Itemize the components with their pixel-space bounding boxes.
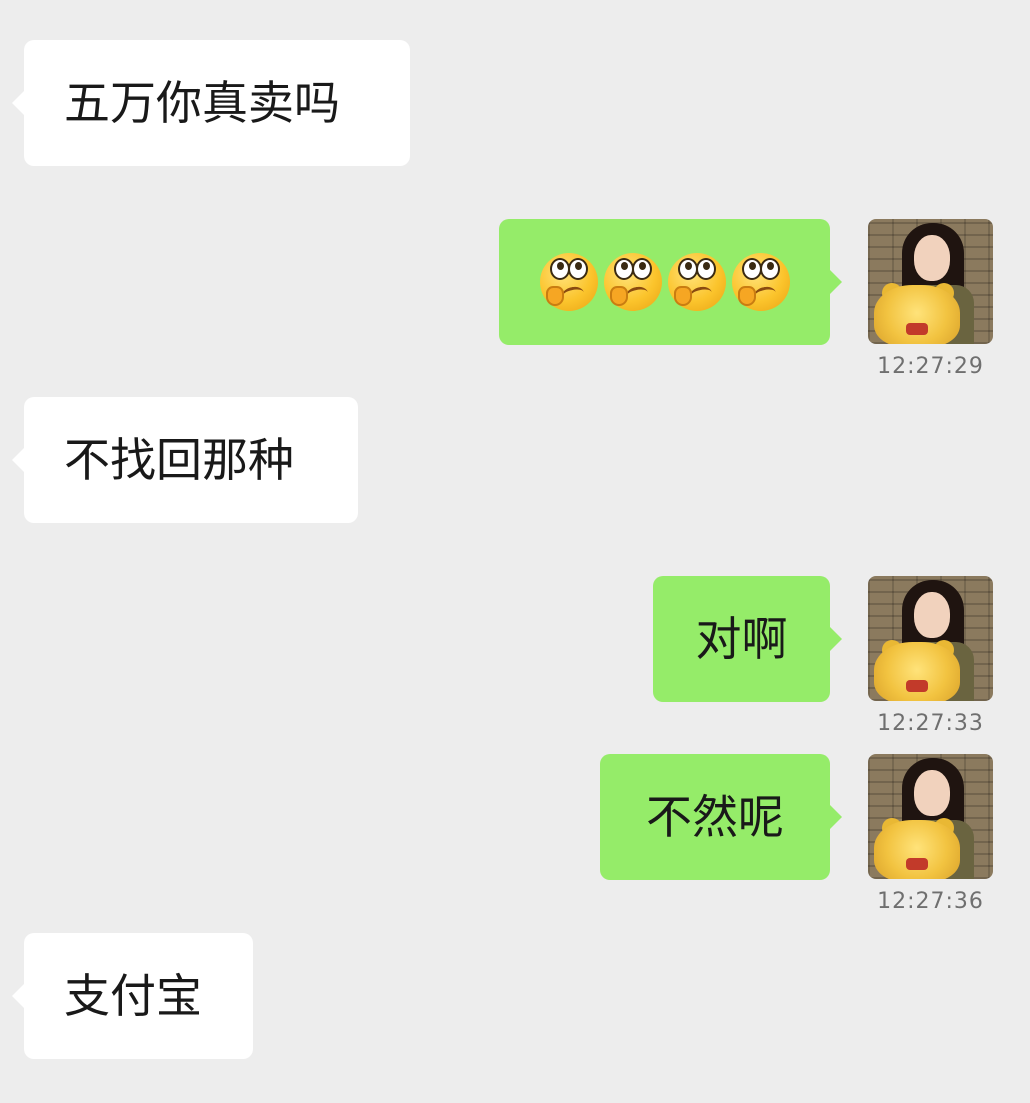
incoming-message-bubble[interactable]: 五万你真卖吗 <box>12 40 410 166</box>
avatar[interactable] <box>868 576 993 701</box>
thinking-eyes-emoji <box>603 253 662 311</box>
incoming-message-bubble[interactable]: 不找回那种 <box>12 397 358 523</box>
message-timestamp: 12:27:33 <box>877 711 984 736</box>
outgoing-message-bubble[interactable] <box>499 219 842 345</box>
avatar[interactable] <box>868 754 993 879</box>
thinking-eyes-emoji <box>731 253 790 311</box>
emoji-row <box>539 253 790 311</box>
message-timestamp: 12:27:36 <box>877 889 984 914</box>
outgoing-message-bubble[interactable]: 对啊 <box>653 576 842 702</box>
thinking-eyes-emoji <box>539 253 598 311</box>
outgoing-message-bubble[interactable]: 不然呢 <box>600 754 842 880</box>
message-timestamp: 12:27:29 <box>877 354 984 379</box>
message-text: 不找回那种 <box>64 433 294 487</box>
avatar[interactable] <box>868 219 993 344</box>
message-text: 支付宝 <box>64 969 202 1023</box>
incoming-message-bubble[interactable]: 支付宝 <box>12 933 253 1059</box>
message-text: 五万你真卖吗 <box>64 76 340 130</box>
chat-message-list[interactable]: 五万你真卖吗 12:27:29 不找回那种 对啊 12:27:33 不然呢 12… <box>0 0 1030 1103</box>
thinking-eyes-emoji <box>667 253 726 311</box>
message-text: 对啊 <box>695 612 788 666</box>
message-text: 不然呢 <box>646 790 784 844</box>
